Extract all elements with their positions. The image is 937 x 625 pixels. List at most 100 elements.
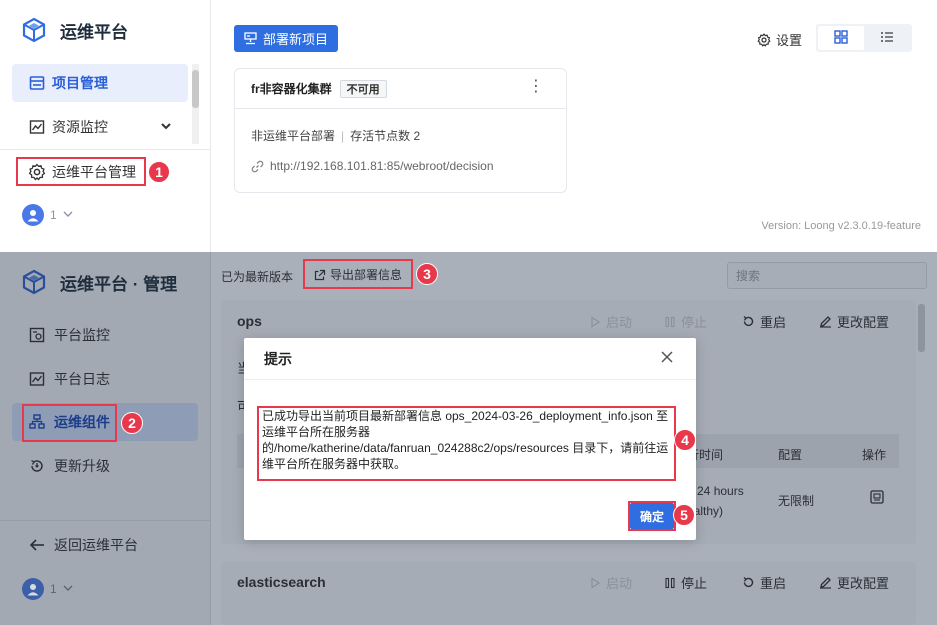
alive-nodes: 存活节点数 2	[350, 129, 421, 143]
status-badge: 不可用	[339, 79, 387, 98]
top-sidebar: 运维平台 项目管理 资源监控 运维平台管理 1 1	[0, 0, 211, 252]
cube-logo-icon	[20, 16, 48, 44]
chevron-down-icon[interactable]	[160, 119, 172, 135]
link-icon	[251, 160, 264, 173]
sidebar-item-project-management[interactable]: 项目管理	[12, 64, 188, 102]
sidebar-item-update-upgrade[interactable]: 更新升级	[12, 447, 198, 485]
brand: 运维平台	[20, 16, 128, 44]
view-toggle	[816, 24, 912, 52]
card-url-row: http://192.168.101.81:85/webroot/decisio…	[251, 159, 494, 173]
list-icon	[880, 30, 894, 47]
user-menu[interactable]: 1	[22, 204, 73, 226]
deploy-new-project-button[interactable]: 部署新项目	[234, 25, 338, 52]
sidebar-item-label: 项目管理	[52, 75, 108, 91]
avatar-icon	[22, 204, 44, 226]
highlight-box-5	[628, 501, 676, 531]
sidebar-item-platform-monitor[interactable]: 平台监控	[12, 316, 198, 354]
card-url[interactable]: http://192.168.101.81:85/webroot/decisio…	[270, 159, 494, 173]
button-label: 部署新项目	[262, 32, 328, 47]
change-config-button[interactable]: 更改配置	[819, 573, 889, 592]
avatar-icon	[22, 578, 44, 600]
deploy-type: 非运维平台部署	[251, 129, 336, 143]
top-panel: 运维平台 项目管理 资源监控 运维平台管理 1 1 部署新项目 设置 fr非容器…	[0, 0, 937, 252]
component-panel-elasticsearch: elasticsearch 启动 停止 重启 更改配置	[221, 562, 916, 625]
refresh-icon	[28, 457, 46, 475]
back-label: 返回运维平台	[54, 537, 138, 553]
chevron-down-icon	[63, 208, 73, 222]
sidebar-item-label: 更新升级	[54, 458, 110, 474]
edit-icon	[819, 576, 832, 589]
sidebar-item-platform-log[interactable]: 平台日志	[12, 360, 198, 398]
line-chart-icon	[28, 118, 46, 136]
back-to-platform-link[interactable]: 返回运维平台	[12, 526, 198, 564]
highlight-box-3	[303, 259, 413, 289]
admin-sidebar: 运维平台 · 管理 平台监控 平台日志 运维组件 2 更新升级 返回运维平台 1	[0, 252, 211, 625]
brand-title: 运维平台	[60, 22, 128, 42]
restart-icon	[742, 576, 755, 589]
sidebar-item-resource-monitor[interactable]: 资源监控	[12, 108, 188, 146]
stop-button[interactable]: 停止	[664, 573, 707, 592]
user-count: 1	[50, 582, 57, 596]
pause-icon	[664, 316, 676, 328]
grid-icon	[834, 29, 848, 47]
component-title: elasticsearch	[237, 574, 326, 590]
play-icon	[589, 576, 601, 589]
divider	[0, 149, 210, 150]
arrow-left-icon	[28, 536, 46, 554]
card-header: fr非容器化集群 不可用 ⋮	[235, 69, 566, 109]
grid-view-button[interactable]	[818, 26, 864, 50]
search-input[interactable]: 搜索	[727, 262, 927, 289]
annotation-badge-1: 1	[148, 161, 170, 183]
highlight-box-4	[257, 406, 676, 481]
cell-config: 无限制	[778, 494, 815, 508]
terminal-icon[interactable]	[870, 490, 884, 507]
change-config-button[interactable]: 更改配置	[819, 312, 889, 331]
settings-label: 设置	[776, 33, 803, 48]
col-config: 配置	[778, 448, 803, 462]
notice-dialog: 提示 已成功导出当前项目最新部署信息 ops_2024-03-26_deploy…	[244, 338, 696, 540]
cube-logo-icon	[20, 268, 48, 296]
restart-icon	[742, 315, 755, 328]
start-button[interactable]: 启动	[589, 573, 632, 592]
server-icon	[244, 32, 257, 45]
restart-button[interactable]: 重启	[742, 573, 786, 592]
chevron-down-icon	[63, 582, 73, 596]
card-info: 非运维平台部署 | 存活节点数 2	[251, 129, 421, 143]
highlight-box-2	[22, 404, 117, 442]
annotation-badge-5: 5	[673, 504, 695, 526]
restart-button[interactable]: 重启	[742, 312, 786, 331]
admin-brand-title: 运维平台 · 管理	[60, 274, 178, 294]
edit-icon	[819, 315, 832, 328]
main-scrollbar[interactable]	[918, 304, 925, 352]
start-button[interactable]: 启动	[589, 312, 632, 331]
sidebar-item-label: 资源监控	[52, 119, 108, 135]
sidebar-scrollbar[interactable]	[192, 64, 199, 144]
sidebar-item-label: 平台日志	[54, 371, 110, 387]
monitor-icon	[28, 326, 46, 344]
user-count: 1	[50, 208, 57, 222]
divider	[0, 520, 210, 521]
col-operation: 操作	[862, 448, 887, 462]
admin-brand: 运维平台 · 管理	[20, 268, 177, 296]
gear-icon	[757, 32, 771, 47]
list-view-button[interactable]	[864, 26, 910, 50]
annotation-badge-2: 2	[121, 412, 143, 434]
pause-icon	[664, 577, 676, 589]
settings-button[interactable]: 设置	[757, 30, 802, 49]
annotation-badge-3: 3	[416, 263, 438, 285]
log-chart-icon	[28, 370, 46, 388]
user-menu[interactable]: 1	[22, 578, 73, 600]
play-icon	[589, 315, 601, 328]
more-icon[interactable]: ⋮	[528, 79, 544, 95]
dialog-title: 提示	[244, 338, 696, 380]
sidebar-item-label: 平台监控	[54, 327, 110, 343]
version-status: 已为最新版本	[221, 270, 294, 284]
annotation-badge-4: 4	[674, 429, 696, 451]
version-text: Version: Loong v2.3.0.19-feature	[761, 220, 921, 232]
highlight-box-1	[16, 157, 146, 186]
stop-button[interactable]: 停止	[664, 312, 707, 331]
close-icon[interactable]	[660, 350, 674, 364]
project-card[interactable]: fr非容器化集群 不可用 ⋮ 非运维平台部署 | 存活节点数 2 http://19…	[234, 68, 567, 193]
component-title: ops	[237, 313, 262, 329]
list-icon	[28, 74, 46, 92]
